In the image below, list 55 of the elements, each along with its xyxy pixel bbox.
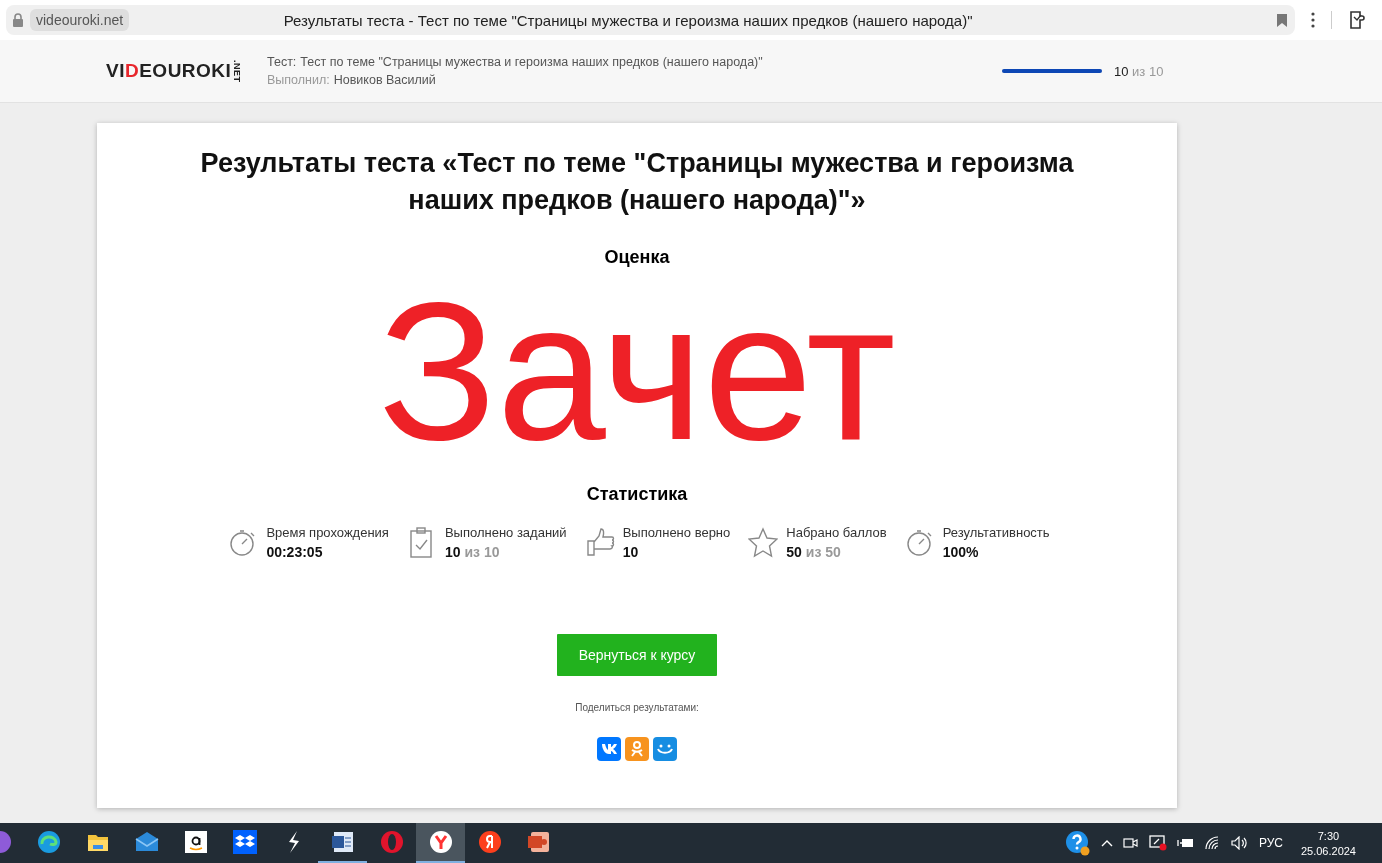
statistics-title: Статистика <box>586 484 688 505</box>
share-button[interactable] <box>653 737 677 761</box>
volume-icon[interactable] <box>1230 836 1249 850</box>
grade-label: Оценка <box>604 247 670 268</box>
lock-icon <box>12 13 24 27</box>
browser-icon <box>428 830 453 854</box>
amazon-icon <box>183 830 208 854</box>
thumbs-up-icon <box>584 527 615 558</box>
star-icon <box>748 527 779 558</box>
screen-icon[interactable] <box>1148 835 1167 851</box>
bookmark-icon[interactable] <box>1277 13 1287 27</box>
share-button[interactable] <box>597 737 621 761</box>
stat-label: Выполнено верно <box>622 525 731 540</box>
help-icon[interactable] <box>1064 830 1091 856</box>
author-name: Новиков Василий <box>333 73 436 87</box>
stat-label: Выполнено заданий <box>444 525 567 540</box>
address-field[interactable]: videouroki.net <box>30 9 130 31</box>
progress-total: из 10 <box>1132 63 1164 79</box>
stat-label: Набрано баллов <box>786 525 887 540</box>
stat-total: из 10 <box>464 544 500 560</box>
progress-count: 10 <box>1114 63 1129 79</box>
circle-icon <box>477 830 502 854</box>
battery-icon[interactable] <box>1176 837 1195 849</box>
share-label: Поделиться результатами: <box>575 702 699 713</box>
taskbar-app[interactable] <box>416 823 465 863</box>
stat-total: из 50 <box>805 544 841 560</box>
result-title: Результаты теста «Тест по теме "Страницы мужества и героизма наших предков (нашего народа)"» <box>199 147 1075 217</box>
extensions-icon[interactable] <box>1348 10 1368 30</box>
stat-value: 00:23:05 <box>266 544 323 560</box>
language-indicator[interactable]: РУС <box>1258 836 1283 850</box>
stat-label: Результативность <box>942 525 1050 540</box>
wifi-icon[interactable] <box>1204 836 1221 850</box>
stat-label: Время прохождения <box>266 525 389 540</box>
clock-time[interactable]: 7:30 <box>1317 829 1340 842</box>
chevron-up-icon[interactable] <box>1100 839 1113 847</box>
box-icon <box>232 830 257 854</box>
swirl-icon <box>36 830 61 854</box>
page-title: Результаты теста - Тест по теме "Страницы мужества и героизма наших предков (нашего народа)" <box>282 11 974 29</box>
stat-value: 10 <box>444 544 461 560</box>
menu-icon[interactable] <box>1311 12 1315 28</box>
stat-value: 100% <box>942 544 979 560</box>
camera-icon[interactable] <box>1122 835 1139 851</box>
site-logo[interactable]: VIDEOUROKI .NET <box>106 59 267 83</box>
test-name: Тест по теме "Страницы мужества и героизма наших предков (нашего народа)" <box>300 55 763 69</box>
clock-date[interactable]: 25.06.2024 <box>1300 844 1356 857</box>
stat-value: 50 <box>786 544 802 560</box>
stat-value: 10 <box>622 544 639 560</box>
document-icon <box>330 830 355 854</box>
person-icon <box>628 740 646 758</box>
envelope-icon <box>134 830 159 854</box>
slides-icon <box>526 830 551 854</box>
test-label: Тест: <box>267 55 297 69</box>
grade-value: Зачет <box>378 274 896 470</box>
author-label: Выполнил: <box>267 73 330 87</box>
ring-icon <box>379 830 404 854</box>
